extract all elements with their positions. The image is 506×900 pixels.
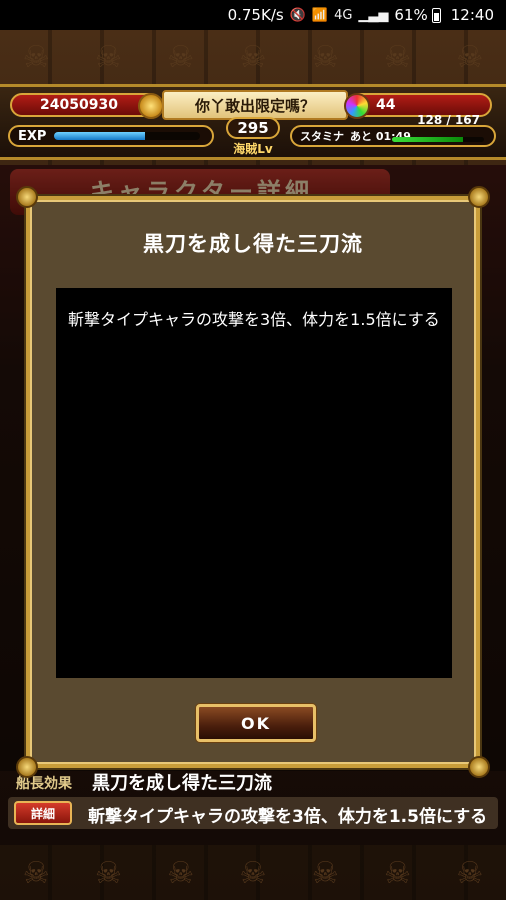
dialog-description: 斬撃タイプキャラの攻撃を3倍、体力を1.5倍にする (68, 310, 440, 329)
rainbow-gem-icon (344, 93, 370, 119)
skull-icon: ☠ (311, 39, 339, 75)
stamina-track (392, 137, 484, 142)
skull-icon: ☠ (456, 855, 484, 891)
gem-count: 44 (376, 97, 396, 113)
skull-icon: ☠ (311, 855, 339, 891)
mute-icon: 🔇 (289, 7, 306, 23)
clock: 12:40 (450, 6, 494, 24)
berry-count: 24050930 (40, 97, 118, 113)
stamina-bar: スタミナ あと 01:49 128 / 167 (290, 113, 496, 147)
player-name-banner: 你丫敢出限定嗎？ (162, 90, 348, 120)
battery-percent: 61% (394, 6, 428, 24)
skull-icon: ☠ (239, 855, 267, 891)
network-speed: 0.75K/s (227, 6, 284, 24)
skull-icon: ☠ (22, 39, 50, 75)
status-bar: 0.75K/s 🔇 📶 4G ▁▃▅ 61% 12:40 (0, 0, 506, 30)
skull-icon: ☠ (167, 39, 195, 75)
berry-counter[interactable]: 24050930 (10, 93, 164, 119)
jolly-roger-row-bottom: ☠ ☠ ☠ ☠ ☠ ☠ ☠ (0, 846, 506, 900)
jolly-roger-row-top: ☠ ☠ ☠ ☠ ☠ ☠ ☠ (0, 30, 506, 84)
player-header: 24050930 你丫敢出限定嗎？ 44 EXP 295 海賊Lv スタミナ あ… (0, 84, 506, 160)
wifi-icon: 📶 (311, 7, 329, 23)
corner-ornament-icon (16, 756, 38, 778)
skull-icon: ☠ (239, 39, 267, 75)
exp-label: EXP (18, 128, 47, 144)
exp-fill (54, 132, 145, 140)
level-number: 295 (226, 117, 280, 139)
corner-ornament-icon (468, 186, 490, 208)
stamina-label: スタミナ (300, 130, 344, 143)
skull-icon: ☠ (456, 39, 484, 75)
skull-icon: ☠ (384, 39, 411, 75)
skull-icon: ☠ (167, 855, 195, 891)
stamina-fill (392, 137, 463, 142)
level-label: 海賊Lv (233, 142, 273, 156)
skull-icon: ☠ (94, 855, 122, 891)
dialog-title: 黒刀を成し得た三刀流 (143, 232, 363, 256)
leader-skill-strip: 詳細 斬撃タイプキャラの攻撃を3倍、体力を1.5倍にする (8, 797, 498, 829)
skull-icon: ☠ (384, 855, 411, 891)
dialog-body: 斬撃タイプキャラの攻撃を3倍、体力を1.5倍にする (56, 288, 452, 678)
skull-icon: ☠ (94, 39, 122, 75)
ok-button[interactable]: OK (196, 704, 316, 742)
stamina-count: 128 / 167 (417, 113, 480, 127)
exp-bar: EXP (8, 125, 214, 147)
detail-button[interactable]: 詳細 (14, 801, 72, 825)
exp-track (54, 132, 201, 140)
corner-ornament-icon (16, 186, 38, 208)
corner-ornament-icon (468, 756, 490, 778)
pirate-level: 295 海賊Lv (222, 117, 284, 163)
signal-icon: ▁▃▅ (358, 7, 389, 23)
leader-skill-name: 黒刀を成し得た三刀流 (92, 773, 272, 794)
battery-icon (431, 7, 441, 23)
skull-icon: ☠ (22, 855, 50, 891)
leader-skill-description: 斬撃タイプキャラの攻撃を3倍、体力を1.5倍にする (88, 807, 488, 827)
data-icon: 4G (334, 7, 353, 23)
skill-detail-dialog: 黒刀を成し得た三刀流 斬撃タイプキャラの攻撃を3倍、体力を1.5倍にする OK (16, 186, 490, 778)
berry-coin-icon (138, 93, 164, 119)
